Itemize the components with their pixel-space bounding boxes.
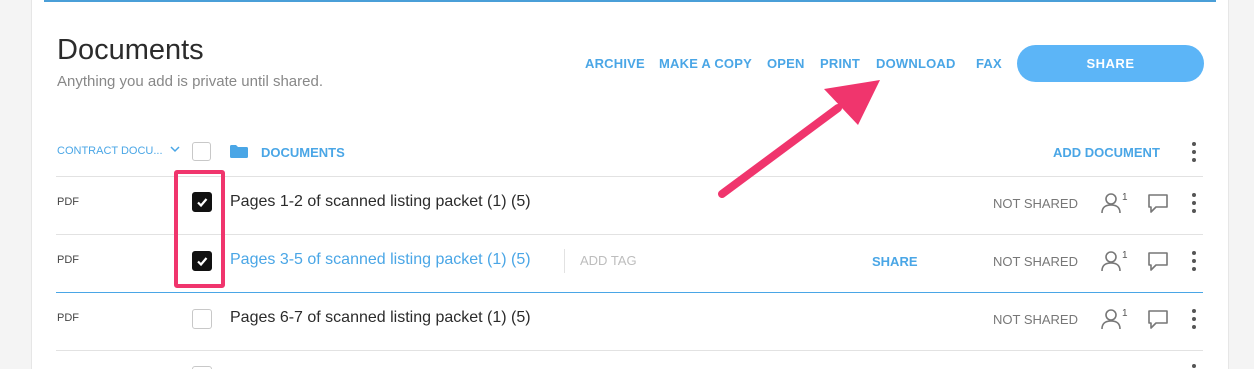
folder-icon	[230, 145, 248, 158]
document-name[interactable]: Pages 6-7 of scanned listing packet (1) …	[230, 309, 531, 327]
row-share-button[interactable]: SHARE	[872, 254, 918, 269]
comment-icon[interactable]	[1147, 308, 1169, 330]
make-copy-button[interactable]: MAKE A COPY	[659, 56, 752, 71]
row-divider	[56, 292, 1203, 293]
page-title: Documents	[57, 34, 204, 66]
fax-button[interactable]: FAX	[976, 56, 1002, 71]
download-button[interactable]: DOWNLOAD	[876, 56, 956, 71]
add-document-button[interactable]: ADD DOCUMENT	[1053, 145, 1160, 160]
open-button[interactable]: OPEN	[767, 56, 805, 71]
page-subtitle: Anything you add is private until shared…	[57, 73, 323, 90]
share-status: NOT SHARED	[993, 196, 1078, 211]
archive-button[interactable]: ARCHIVE	[585, 56, 645, 71]
share-status: NOT SHARED	[993, 312, 1078, 327]
share-button[interactable]: SHARE	[1017, 45, 1204, 82]
more-vertical-icon[interactable]	[1191, 142, 1197, 162]
print-button[interactable]: PRINT	[820, 56, 860, 71]
document-name[interactable]: Pages 3-5 of scanned listing packet (1) …	[230, 251, 531, 269]
more-vertical-icon[interactable]	[1191, 364, 1197, 369]
share-status: NOT SHARED	[993, 254, 1078, 269]
row-checkbox[interactable]	[192, 309, 212, 329]
user-count: 1	[1122, 250, 1128, 261]
select-all-checkbox[interactable]	[192, 142, 211, 161]
row-divider	[56, 350, 1203, 351]
row-type: PDF	[57, 312, 79, 324]
user-count: 1	[1122, 308, 1128, 319]
user-count: 1	[1122, 192, 1128, 203]
comment-icon[interactable]	[1147, 250, 1169, 272]
chevron-down-icon[interactable]	[170, 145, 180, 156]
row-type: PDF	[57, 196, 79, 208]
document-name[interactable]: Pages 1-2 of scanned listing packet (1) …	[230, 193, 531, 211]
comment-icon[interactable]	[1147, 192, 1169, 214]
add-tag-button[interactable]: ADD TAG	[564, 249, 637, 273]
row-type: PDF	[57, 254, 79, 266]
row-checkbox[interactable]	[192, 251, 212, 271]
row-divider	[56, 234, 1203, 235]
more-vertical-icon[interactable]	[1191, 309, 1197, 329]
more-vertical-icon[interactable]	[1191, 193, 1197, 213]
more-vertical-icon[interactable]	[1191, 251, 1197, 271]
row-checkbox[interactable]	[192, 192, 212, 212]
type-column-filter[interactable]: CONTRACT DOCU...	[57, 145, 163, 157]
check-icon	[197, 198, 208, 208]
check-icon	[197, 257, 208, 267]
header-divider	[56, 176, 1203, 177]
top-accent-line	[44, 0, 1216, 2]
documents-header[interactable]: DOCUMENTS	[261, 145, 345, 160]
